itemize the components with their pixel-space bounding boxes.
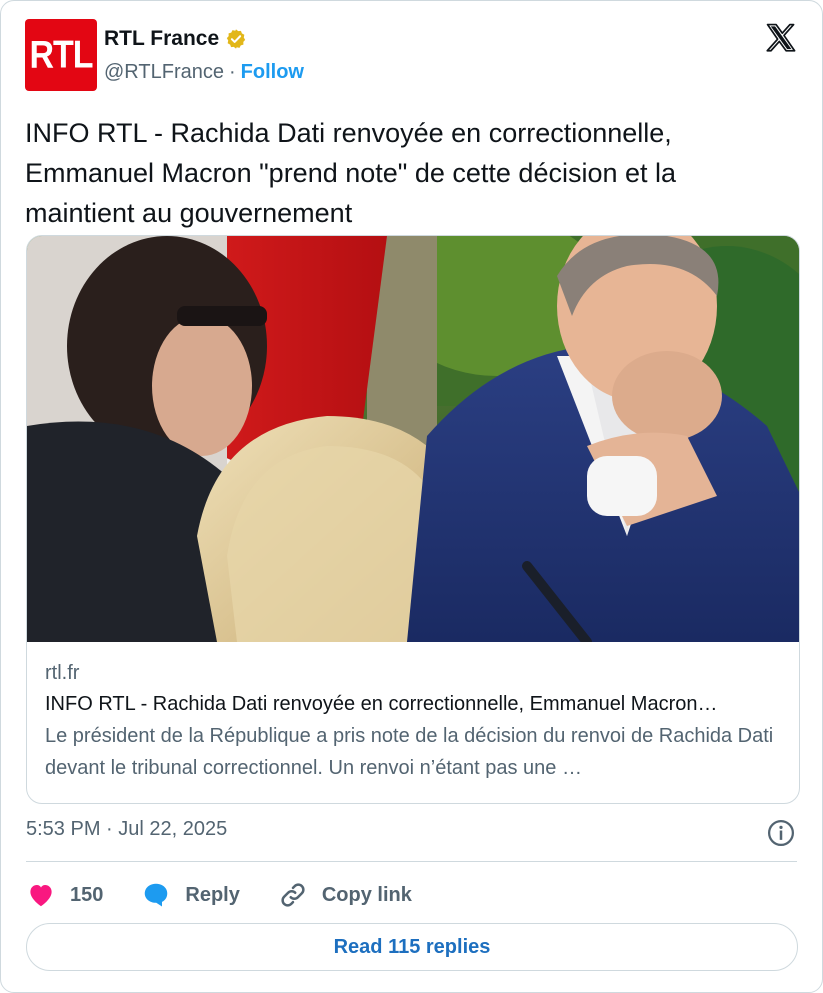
read-replies-button[interactable]: Read 115 replies bbox=[26, 923, 798, 971]
name-row: RTL France bbox=[104, 27, 247, 51]
like-count: 150 bbox=[70, 883, 104, 906]
link-preview-card[interactable]: rtl.fr INFO RTL - Rachida Dati renvoyée … bbox=[26, 235, 800, 804]
display-name[interactable]: RTL France bbox=[104, 27, 219, 51]
follow-button[interactable]: Follow bbox=[241, 61, 304, 84]
copy-link-label: Copy link bbox=[321, 883, 412, 906]
tweet-text: INFO RTL - Rachida Dati renvoyée en corr… bbox=[25, 118, 677, 228]
avatar-logo-text: RTL bbox=[29, 32, 93, 77]
speech-bubble-icon bbox=[145, 883, 168, 907]
link-meta: rtl.fr INFO RTL - Rachida Dati renvoyée … bbox=[45, 658, 781, 784]
x-logo-icon[interactable] bbox=[764, 21, 798, 55]
tweet-timestamp[interactable]: 5:53 PM · Jul 22, 2025 bbox=[26, 818, 227, 841]
heart-icon bbox=[30, 885, 52, 907]
link-icon bbox=[281, 883, 305, 907]
article-photo bbox=[27, 236, 799, 642]
info-icon[interactable] bbox=[766, 818, 796, 848]
action-bar: 150 Reply Copy link bbox=[26, 876, 450, 914]
verified-badge-icon bbox=[226, 29, 246, 49]
link-description: Le président de la République a pris not… bbox=[45, 725, 774, 779]
reply-label: Reply bbox=[185, 883, 240, 906]
copy-link-button[interactable]: Copy link bbox=[278, 880, 412, 910]
handle[interactable]: @RTLFrance bbox=[104, 61, 224, 84]
tweet-embed-card: RTL RTL France @RTLFrance · Follow INFO … bbox=[0, 0, 823, 993]
reply-button[interactable]: Reply bbox=[141, 880, 240, 910]
like-button[interactable]: 150 bbox=[26, 880, 103, 910]
link-domain: rtl.fr bbox=[45, 662, 80, 684]
separator-dot: · bbox=[228, 61, 236, 83]
divider bbox=[26, 861, 797, 862]
handle-row: @RTLFrance · Follow bbox=[104, 61, 304, 84]
link-title: INFO RTL - Rachida Dati renvoyée en corr… bbox=[45, 693, 718, 715]
avatar[interactable]: RTL bbox=[25, 19, 97, 91]
